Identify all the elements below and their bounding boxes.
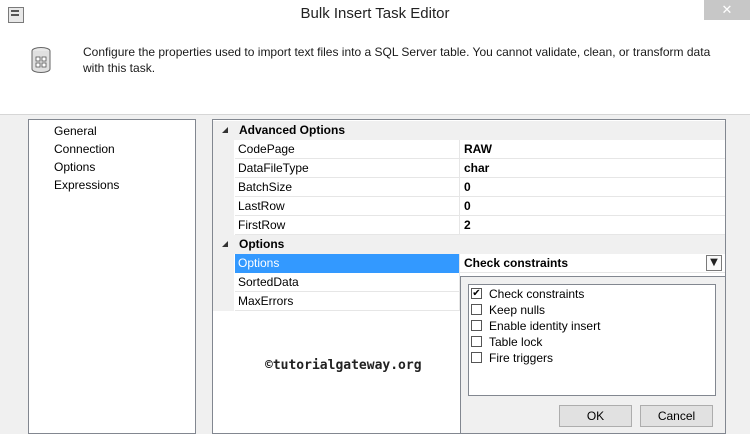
property-value[interactable]: char: [460, 159, 725, 178]
page-navigation-list: General Connection Options Expressions: [28, 119, 196, 434]
collapse-icon[interactable]: [222, 241, 228, 247]
property-row-lastrow[interactable]: LastRow 0: [213, 197, 725, 216]
category-label: Advanced Options: [239, 123, 346, 137]
row-margin: [213, 292, 234, 311]
watermark: ©tutorialgateway.org: [265, 358, 422, 373]
property-row-datafiletype[interactable]: DataFileType char: [213, 159, 725, 178]
checklist-label: Check constraints: [489, 287, 585, 301]
category-options[interactable]: Options: [213, 235, 725, 254]
property-name: CodePage: [235, 140, 459, 159]
header-description: Configure the properties used to import …: [83, 45, 711, 75]
property-row-batchsize[interactable]: BatchSize 0: [213, 178, 725, 197]
nav-item-connection[interactable]: Connection: [54, 141, 115, 157]
property-row-codepage[interactable]: CodePage RAW: [213, 140, 725, 159]
checkbox[interactable]: [471, 336, 482, 347]
checkbox-checked[interactable]: ✔: [471, 288, 482, 299]
category-label: Options: [239, 237, 285, 251]
database-icon: [31, 47, 51, 73]
property-value[interactable]: Check constraints: [460, 254, 725, 273]
property-row-options[interactable]: Options Check constraints ▼: [213, 254, 725, 273]
property-name: SortedData: [235, 273, 459, 292]
checklist-label: Keep nulls: [489, 303, 546, 317]
collapse-icon[interactable]: [222, 127, 228, 133]
row-margin: [213, 273, 234, 292]
property-value[interactable]: 2: [460, 216, 725, 235]
checklist-label: Fire triggers: [489, 351, 554, 365]
cancel-button[interactable]: Cancel: [640, 405, 713, 427]
checkbox[interactable]: [471, 304, 482, 315]
checkbox[interactable]: [471, 352, 482, 363]
options-dropdown-panel: ✔ Check constraints Keep nulls Enable id…: [460, 276, 726, 434]
nav-item-general[interactable]: General: [54, 123, 97, 139]
bulk-insert-task-editor-window: Bulk Insert Task Editor ✕ Configure the …: [0, 0, 750, 434]
property-name: BatchSize: [235, 178, 459, 197]
property-name: FirstRow: [235, 216, 459, 235]
row-margin: [213, 140, 234, 159]
dropdown-arrow-icon[interactable]: ▼: [706, 255, 722, 271]
category-advanced-options[interactable]: Advanced Options: [213, 121, 725, 140]
ok-button[interactable]: OK: [559, 405, 632, 427]
property-name: MaxErrors: [235, 292, 459, 311]
checklist-label: Table lock: [489, 335, 543, 349]
property-name: LastRow: [235, 197, 459, 216]
row-margin: [213, 178, 234, 197]
property-name: DataFileType: [235, 159, 459, 178]
options-checklist: ✔ Check constraints Keep nulls Enable id…: [468, 284, 716, 396]
property-value[interactable]: RAW: [460, 140, 725, 159]
title-bar: Bulk Insert Task Editor ✕: [0, 0, 750, 30]
property-value[interactable]: 0: [460, 178, 725, 197]
nav-item-options[interactable]: Options: [54, 159, 95, 175]
nav-item-expressions[interactable]: Expressions: [54, 177, 119, 193]
checkbox[interactable]: [471, 320, 482, 331]
row-margin: [213, 197, 234, 216]
property-row-firstrow[interactable]: FirstRow 2: [213, 216, 725, 235]
property-value[interactable]: 0: [460, 197, 725, 216]
row-margin: [213, 216, 234, 235]
close-button[interactable]: ✕: [704, 0, 750, 20]
window-title: Bulk Insert Task Editor: [300, 5, 450, 22]
checklist-label: Enable identity insert: [489, 319, 601, 333]
row-margin: [213, 254, 234, 273]
property-name: Options: [235, 254, 459, 273]
row-margin: [213, 159, 234, 178]
